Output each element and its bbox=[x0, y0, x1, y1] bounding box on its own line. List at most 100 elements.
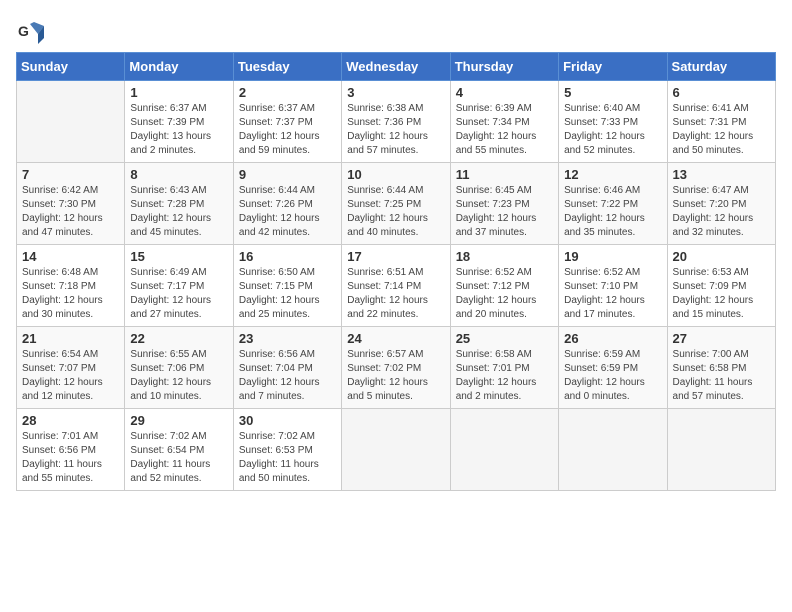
day-info: Sunrise: 6:55 AM Sunset: 7:06 PM Dayligh… bbox=[130, 348, 227, 404]
day-number: 21 bbox=[22, 331, 119, 346]
day-number: 6 bbox=[673, 85, 770, 100]
page-header: G bbox=[16, 16, 776, 44]
sunrise-text: Sunrise: 6:54 AM bbox=[22, 349, 98, 360]
daylight-text: Daylight: 13 hours and 2 minutes. bbox=[130, 131, 211, 156]
day-info: Sunrise: 7:02 AM Sunset: 6:53 PM Dayligh… bbox=[239, 430, 336, 486]
calendar-cell: 26 Sunrise: 6:59 AM Sunset: 6:59 PM Dayl… bbox=[559, 327, 667, 409]
sunset-text: Sunset: 7:06 PM bbox=[130, 363, 204, 374]
sunset-text: Sunset: 7:36 PM bbox=[347, 117, 421, 128]
day-info: Sunrise: 6:46 AM Sunset: 7:22 PM Dayligh… bbox=[564, 184, 661, 240]
calendar-cell: 23 Sunrise: 6:56 AM Sunset: 7:04 PM Dayl… bbox=[233, 327, 341, 409]
sunrise-text: Sunrise: 6:40 AM bbox=[564, 103, 640, 114]
day-info: Sunrise: 6:39 AM Sunset: 7:34 PM Dayligh… bbox=[456, 102, 553, 158]
calendar-week-row: 14 Sunrise: 6:48 AM Sunset: 7:18 PM Dayl… bbox=[17, 245, 776, 327]
daylight-text: Daylight: 11 hours and 57 minutes. bbox=[673, 377, 753, 402]
sunrise-text: Sunrise: 6:44 AM bbox=[347, 185, 423, 196]
daylight-text: Daylight: 12 hours and 12 minutes. bbox=[22, 377, 103, 402]
sunrise-text: Sunrise: 6:57 AM bbox=[347, 349, 423, 360]
sunrise-text: Sunrise: 6:42 AM bbox=[22, 185, 98, 196]
calendar-cell bbox=[342, 409, 450, 491]
day-info: Sunrise: 6:52 AM Sunset: 7:10 PM Dayligh… bbox=[564, 266, 661, 322]
sunset-text: Sunset: 7:23 PM bbox=[456, 199, 530, 210]
day-info: Sunrise: 6:47 AM Sunset: 7:20 PM Dayligh… bbox=[673, 184, 770, 240]
calendar-cell: 29 Sunrise: 7:02 AM Sunset: 6:54 PM Dayl… bbox=[125, 409, 233, 491]
sunrise-text: Sunrise: 6:52 AM bbox=[564, 267, 640, 278]
calendar-cell bbox=[667, 409, 775, 491]
sunset-text: Sunset: 6:54 PM bbox=[130, 445, 204, 456]
logo: G bbox=[16, 16, 48, 44]
calendar-cell: 15 Sunrise: 6:49 AM Sunset: 7:17 PM Dayl… bbox=[125, 245, 233, 327]
daylight-text: Daylight: 12 hours and 45 minutes. bbox=[130, 213, 211, 238]
calendar-cell: 4 Sunrise: 6:39 AM Sunset: 7:34 PM Dayli… bbox=[450, 81, 558, 163]
day-info: Sunrise: 6:41 AM Sunset: 7:31 PM Dayligh… bbox=[673, 102, 770, 158]
sunset-text: Sunset: 6:59 PM bbox=[564, 363, 638, 374]
daylight-text: Daylight: 12 hours and 59 minutes. bbox=[239, 131, 320, 156]
day-number: 11 bbox=[456, 167, 553, 182]
daylight-text: Daylight: 12 hours and 30 minutes. bbox=[22, 295, 103, 320]
day-info: Sunrise: 6:44 AM Sunset: 7:25 PM Dayligh… bbox=[347, 184, 444, 240]
sunrise-text: Sunrise: 6:39 AM bbox=[456, 103, 532, 114]
sunrise-text: Sunrise: 6:53 AM bbox=[673, 267, 749, 278]
daylight-text: Daylight: 12 hours and 2 minutes. bbox=[456, 377, 537, 402]
sunset-text: Sunset: 7:26 PM bbox=[239, 199, 313, 210]
calendar-table: SundayMondayTuesdayWednesdayThursdayFrid… bbox=[16, 52, 776, 491]
weekday-header-row: SundayMondayTuesdayWednesdayThursdayFrid… bbox=[17, 53, 776, 81]
day-info: Sunrise: 6:56 AM Sunset: 7:04 PM Dayligh… bbox=[239, 348, 336, 404]
day-info: Sunrise: 6:49 AM Sunset: 7:17 PM Dayligh… bbox=[130, 266, 227, 322]
sunrise-text: Sunrise: 6:56 AM bbox=[239, 349, 315, 360]
sunrise-text: Sunrise: 6:59 AM bbox=[564, 349, 640, 360]
daylight-text: Daylight: 12 hours and 5 minutes. bbox=[347, 377, 428, 402]
daylight-text: Daylight: 12 hours and 40 minutes. bbox=[347, 213, 428, 238]
calendar-cell: 19 Sunrise: 6:52 AM Sunset: 7:10 PM Dayl… bbox=[559, 245, 667, 327]
daylight-text: Daylight: 12 hours and 20 minutes. bbox=[456, 295, 537, 320]
day-number: 30 bbox=[239, 413, 336, 428]
sunset-text: Sunset: 7:09 PM bbox=[673, 281, 747, 292]
day-info: Sunrise: 6:37 AM Sunset: 7:37 PM Dayligh… bbox=[239, 102, 336, 158]
sunrise-text: Sunrise: 6:37 AM bbox=[239, 103, 315, 114]
daylight-text: Daylight: 12 hours and 25 minutes. bbox=[239, 295, 320, 320]
sunset-text: Sunset: 7:01 PM bbox=[456, 363, 530, 374]
calendar-cell: 25 Sunrise: 6:58 AM Sunset: 7:01 PM Dayl… bbox=[450, 327, 558, 409]
day-info: Sunrise: 6:58 AM Sunset: 7:01 PM Dayligh… bbox=[456, 348, 553, 404]
sunrise-text: Sunrise: 6:58 AM bbox=[456, 349, 532, 360]
day-number: 15 bbox=[130, 249, 227, 264]
calendar-cell: 11 Sunrise: 6:45 AM Sunset: 7:23 PM Dayl… bbox=[450, 163, 558, 245]
day-info: Sunrise: 6:37 AM Sunset: 7:39 PM Dayligh… bbox=[130, 102, 227, 158]
calendar-cell: 17 Sunrise: 6:51 AM Sunset: 7:14 PM Dayl… bbox=[342, 245, 450, 327]
day-number: 23 bbox=[239, 331, 336, 346]
day-number: 29 bbox=[130, 413, 227, 428]
calendar-cell bbox=[559, 409, 667, 491]
daylight-text: Daylight: 11 hours and 50 minutes. bbox=[239, 459, 319, 484]
calendar-cell bbox=[450, 409, 558, 491]
sunrise-text: Sunrise: 6:41 AM bbox=[673, 103, 749, 114]
day-info: Sunrise: 6:43 AM Sunset: 7:28 PM Dayligh… bbox=[130, 184, 227, 240]
day-number: 2 bbox=[239, 85, 336, 100]
calendar-cell: 27 Sunrise: 7:00 AM Sunset: 6:58 PM Dayl… bbox=[667, 327, 775, 409]
weekday-header-tuesday: Tuesday bbox=[233, 53, 341, 81]
sunset-text: Sunset: 6:56 PM bbox=[22, 445, 96, 456]
daylight-text: Daylight: 12 hours and 17 minutes. bbox=[564, 295, 645, 320]
daylight-text: Daylight: 12 hours and 55 minutes. bbox=[456, 131, 537, 156]
daylight-text: Daylight: 12 hours and 37 minutes. bbox=[456, 213, 537, 238]
day-number: 14 bbox=[22, 249, 119, 264]
weekday-header-monday: Monday bbox=[125, 53, 233, 81]
calendar-cell: 22 Sunrise: 6:55 AM Sunset: 7:06 PM Dayl… bbox=[125, 327, 233, 409]
sunrise-text: Sunrise: 7:00 AM bbox=[673, 349, 749, 360]
calendar-cell: 14 Sunrise: 6:48 AM Sunset: 7:18 PM Dayl… bbox=[17, 245, 125, 327]
daylight-text: Daylight: 12 hours and 47 minutes. bbox=[22, 213, 103, 238]
sunset-text: Sunset: 7:02 PM bbox=[347, 363, 421, 374]
day-number: 9 bbox=[239, 167, 336, 182]
day-number: 22 bbox=[130, 331, 227, 346]
sunset-text: Sunset: 7:15 PM bbox=[239, 281, 313, 292]
day-info: Sunrise: 6:45 AM Sunset: 7:23 PM Dayligh… bbox=[456, 184, 553, 240]
sunrise-text: Sunrise: 6:44 AM bbox=[239, 185, 315, 196]
day-number: 17 bbox=[347, 249, 444, 264]
daylight-text: Daylight: 11 hours and 55 minutes. bbox=[22, 459, 102, 484]
weekday-header-friday: Friday bbox=[559, 53, 667, 81]
day-number: 20 bbox=[673, 249, 770, 264]
sunrise-text: Sunrise: 7:01 AM bbox=[22, 431, 98, 442]
sunrise-text: Sunrise: 6:45 AM bbox=[456, 185, 532, 196]
calendar-cell: 1 Sunrise: 6:37 AM Sunset: 7:39 PM Dayli… bbox=[125, 81, 233, 163]
calendar-cell: 12 Sunrise: 6:46 AM Sunset: 7:22 PM Dayl… bbox=[559, 163, 667, 245]
daylight-text: Daylight: 12 hours and 50 minutes. bbox=[673, 131, 754, 156]
